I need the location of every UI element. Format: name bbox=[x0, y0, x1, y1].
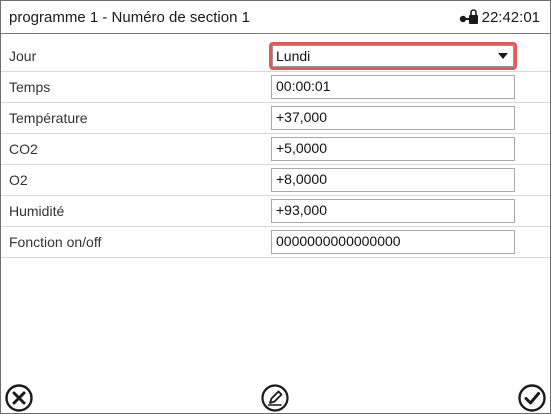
footer-bar bbox=[1, 379, 550, 413]
row-temps: Temps 00:00:01 bbox=[1, 72, 550, 103]
confirm-button[interactable] bbox=[516, 383, 548, 413]
row-co2: CO2 +5,0000 bbox=[1, 134, 550, 165]
dropdown-arrow-icon bbox=[498, 53, 508, 59]
jour-select[interactable]: Lundi bbox=[269, 42, 517, 70]
status-area: 22:42:01 bbox=[459, 9, 540, 26]
temperature-input[interactable]: +37,000 bbox=[271, 106, 515, 130]
row-humidite: Humidité +93,000 bbox=[1, 196, 550, 227]
header-bar: programme 1 - Numéro de section 1 22:42:… bbox=[1, 1, 550, 34]
cancel-icon bbox=[5, 384, 33, 412]
label-fonction: Fonction on/off bbox=[9, 234, 102, 250]
parameter-list: Jour Lundi Temps 00:00:01 Température +3… bbox=[1, 41, 550, 258]
co2-input[interactable]: +5,0000 bbox=[271, 137, 515, 161]
confirm-icon bbox=[518, 384, 546, 412]
fonction-input[interactable]: 0000000000000000 bbox=[271, 230, 515, 254]
clock-time: 22:42:01 bbox=[481, 8, 540, 26]
humidite-input[interactable]: +93,000 bbox=[271, 199, 515, 223]
row-o2: O2 +8,0000 bbox=[1, 165, 550, 196]
screen: programme 1 - Numéro de section 1 22:42:… bbox=[0, 0, 551, 414]
label-jour: Jour bbox=[9, 48, 37, 64]
label-co2: CO2 bbox=[9, 141, 38, 157]
edit-button[interactable] bbox=[259, 383, 291, 413]
label-humidite: Humidité bbox=[9, 203, 65, 219]
label-temps: Temps bbox=[9, 79, 51, 95]
row-jour: Jour Lundi bbox=[1, 41, 550, 72]
o2-input[interactable]: +8,0000 bbox=[271, 168, 515, 192]
jour-value: Lundi bbox=[276, 48, 311, 64]
label-temperature: Température bbox=[9, 110, 88, 126]
page-title: programme 1 - Numéro de section 1 bbox=[9, 8, 250, 26]
temps-input[interactable]: 00:00:01 bbox=[271, 75, 515, 99]
lock-icon bbox=[459, 9, 478, 24]
label-o2: O2 bbox=[9, 172, 28, 188]
row-temperature: Température +37,000 bbox=[1, 103, 550, 134]
row-fonction: Fonction on/off 0000000000000000 bbox=[1, 227, 550, 258]
cancel-button[interactable] bbox=[3, 383, 35, 413]
edit-icon bbox=[261, 384, 289, 412]
